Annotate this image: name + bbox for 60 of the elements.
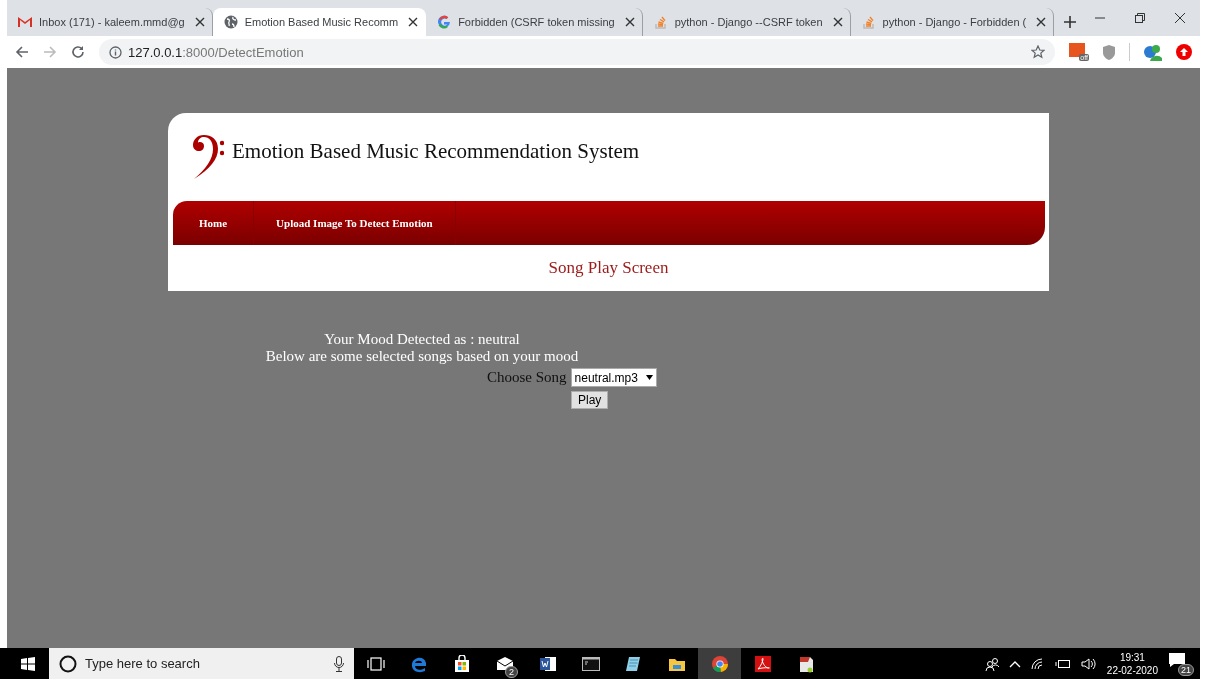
count-badge: 2 xyxy=(505,666,518,678)
store-icon xyxy=(452,654,471,673)
browser-tab[interactable]: Forbidden (CSRF token missing xyxy=(426,8,643,36)
close-icon[interactable] xyxy=(624,17,635,27)
cortana-icon xyxy=(59,654,77,673)
nav-link[interactable]: Upload Image To Detect Emotion xyxy=(254,201,456,245)
terminal-icon xyxy=(581,654,600,673)
back-icon[interactable] xyxy=(15,45,29,59)
count-badge: 21 xyxy=(1178,663,1194,676)
close-icon[interactable] xyxy=(1036,17,1047,27)
site-title: Emotion Based Music Recommendation System xyxy=(232,138,640,164)
restore-icon[interactable] xyxy=(1135,13,1145,23)
microphone-icon xyxy=(334,655,344,672)
reload-icon[interactable] xyxy=(71,45,85,59)
upload-icon[interactable] xyxy=(1176,44,1192,60)
new-tab-icon[interactable] xyxy=(1064,16,1077,28)
chrome-icon xyxy=(710,654,729,673)
gmail-icon xyxy=(17,15,33,29)
stack-icon xyxy=(652,15,669,29)
star-icon[interactable] xyxy=(1031,45,1045,59)
mood-text: Your Mood Detected as : neutral xyxy=(323,331,521,348)
taskbar-button[interactable]: 2 xyxy=(483,648,526,679)
browser-tab[interactable]: python - Django --CSRF token xyxy=(642,8,851,36)
play-button[interactable]: Play xyxy=(571,391,609,409)
windows-icon[interactable] xyxy=(21,656,35,671)
page-heading: Song Play Screen xyxy=(547,257,670,279)
close-icon[interactable] xyxy=(194,17,205,27)
browser-tab[interactable]: Inbox (171) - kaleem.mmd@g xyxy=(7,8,213,36)
taskbar-button[interactable] xyxy=(698,648,741,679)
notepad-icon xyxy=(624,654,643,673)
info-text: Below are some selected songs based on your mood xyxy=(264,348,580,365)
volume-icon[interactable] xyxy=(1080,657,1097,670)
song-dropdown[interactable]: neutral.mp3 xyxy=(570,368,657,387)
acrobat-icon xyxy=(753,654,772,673)
close-icon[interactable] xyxy=(408,17,419,27)
shield-icon[interactable] xyxy=(1103,44,1115,60)
google-icon xyxy=(436,15,453,29)
field-label: Choose Song xyxy=(487,369,567,386)
globe-icon xyxy=(222,15,239,29)
close-icon[interactable] xyxy=(1175,13,1185,23)
people-icon[interactable] xyxy=(984,656,999,671)
caret-icon xyxy=(645,375,653,380)
close-icon[interactable] xyxy=(832,17,843,27)
word-icon xyxy=(538,654,557,673)
notification-button[interactable]: 21 xyxy=(1168,651,1194,676)
task-view-icon xyxy=(366,654,385,673)
browser-tab[interactable]: Emotion Based Music Recomm xyxy=(212,8,427,36)
clock[interactable]: 19:31 22-02-2020 xyxy=(1106,650,1158,677)
message-icon xyxy=(1168,651,1186,668)
envelope-icon xyxy=(495,654,514,673)
browser-tab[interactable]: python - Django - Forbidden ( xyxy=(850,8,1055,36)
stack-icon xyxy=(860,15,877,29)
info-icon xyxy=(109,45,122,59)
chevron-up-icon[interactable] xyxy=(1008,659,1021,668)
address-bar[interactable]: 127.0.0.1:8000/DetectEmotion xyxy=(99,39,1055,65)
url-text: 127.0.0.1:8000/DetectEmotion xyxy=(128,44,304,60)
battery-icon[interactable] xyxy=(1054,658,1071,669)
nav-link[interactable]: Home xyxy=(173,201,255,245)
wifi-icon[interactable] xyxy=(1030,657,1045,670)
search-field[interactable]: Type here to search xyxy=(49,648,354,679)
